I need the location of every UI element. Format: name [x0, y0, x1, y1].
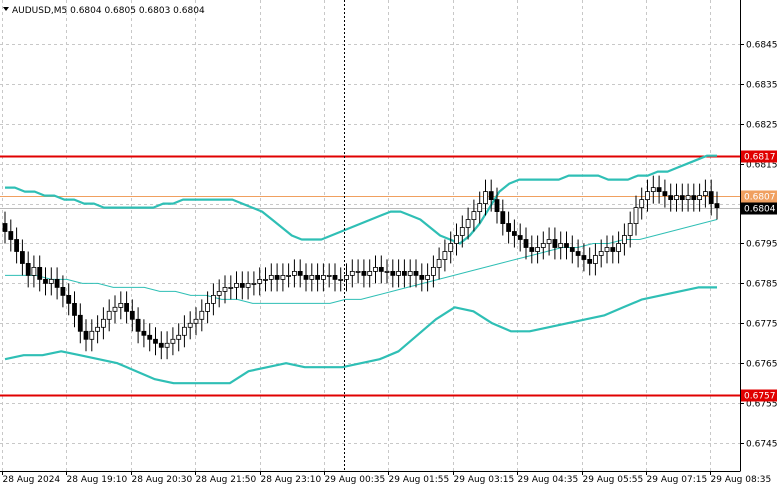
x-tick-label: 28 Aug 21:50: [196, 475, 257, 485]
level-label-resistance: 0.6817: [744, 153, 776, 163]
y-tick-label: 0.6845: [746, 41, 778, 51]
x-tick-label: 29 Aug 01:55: [389, 475, 450, 485]
y-tick-label: 0.6825: [746, 121, 778, 131]
x-tick-label: 28 Aug 20:30: [132, 475, 193, 485]
current-price-label: 0.6804: [744, 205, 776, 215]
x-tick-label: 28 Aug 2024: [3, 475, 61, 485]
symbol-info: AUDUSD,M5 0.6804 0.6805 0.6803 0.6804: [12, 6, 205, 16]
y-tick-label: 0.6795: [746, 240, 778, 250]
x-tick-label: 29 Aug 03:15: [454, 475, 515, 485]
price-chart[interactable]: 0.68450.68350.68250.68150.68050.67950.67…: [0, 0, 781, 489]
x-tick-label: 29 Aug 00:35: [325, 475, 386, 485]
symbol-header: AUDUSD,M5 0.6804 0.6805 0.6803 0.6804: [3, 6, 205, 16]
y-tick-label: 0.6765: [746, 360, 778, 370]
x-tick-label: 29 Aug 04:35: [518, 475, 579, 485]
level-label-support: 0.6757: [744, 392, 776, 402]
level-label-mid: 0.6807: [744, 193, 776, 203]
x-tick-label: 29 Aug 05:55: [583, 475, 644, 485]
plot-background: [0, 0, 781, 489]
y-tick-label: 0.6745: [746, 440, 778, 450]
x-tick-label: 29 Aug 07:15: [647, 475, 708, 485]
x-tick-label: 28 Aug 19:10: [67, 475, 128, 485]
y-tick-label: 0.6775: [746, 320, 778, 330]
y-tick-label: 0.6835: [746, 81, 778, 91]
x-tick-label: 28 Aug 23:10: [261, 475, 322, 485]
y-tick-label: 0.6785: [746, 280, 778, 290]
x-tick-label: 29 Aug 08:35: [711, 475, 772, 485]
